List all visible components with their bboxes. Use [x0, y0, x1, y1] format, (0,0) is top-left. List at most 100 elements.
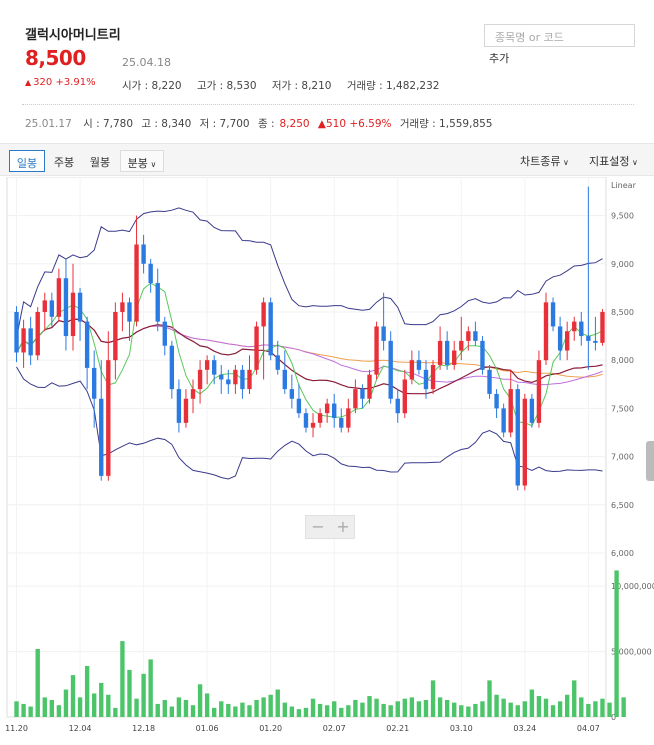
volume-bar — [141, 673, 146, 717]
volume-bar — [120, 641, 125, 717]
candle-body — [452, 350, 457, 365]
candle-body — [141, 244, 146, 264]
candle-body — [28, 328, 33, 356]
volume-bar — [303, 707, 309, 717]
hover-high: 고 : 8,340 — [141, 118, 192, 130]
price-tick-label: 9,500 — [611, 212, 634, 221]
candle-body — [543, 302, 549, 361]
volume-bar — [466, 706, 471, 717]
volume-bar — [367, 696, 372, 717]
volume-bar — [226, 703, 231, 717]
price-date: 25.04.18 — [122, 56, 171, 69]
candle-body — [268, 302, 273, 356]
up-arrow-icon: ▲ — [25, 78, 32, 87]
add-stock-button[interactable]: 추가 — [489, 50, 509, 66]
trade-volume: 거래량 : 1,482,232 — [346, 80, 440, 92]
volume-bar — [536, 696, 542, 717]
volume-bar — [84, 665, 90, 717]
indicator-settings-dropdown[interactable]: 지표설정 ∨ — [589, 153, 638, 169]
side-panel-handle[interactable] — [646, 441, 654, 481]
candle-body — [254, 326, 259, 370]
volume-bar — [324, 705, 330, 717]
candle-body — [353, 389, 358, 409]
candle-body — [416, 360, 422, 370]
candle-body — [515, 389, 520, 486]
candle-body — [423, 369, 429, 390]
volume-bar — [487, 680, 492, 717]
candle-body — [56, 278, 62, 317]
candle-body — [240, 369, 245, 390]
volume-bar — [529, 689, 535, 717]
zoom-control: − + — [305, 515, 355, 539]
volume-bar — [56, 705, 62, 717]
tab-daily[interactable]: 일봉 — [9, 150, 45, 172]
bollinger-lower-line — [16, 366, 603, 480]
volume-bar — [452, 702, 457, 717]
volume-bar — [190, 705, 196, 717]
hover-change: ▲510 +6.59% — [317, 118, 392, 130]
minute-label: 분봉 — [127, 157, 148, 170]
candle-body — [169, 345, 175, 390]
volume-bar — [282, 702, 287, 717]
volume-bar — [176, 697, 182, 717]
candle-body — [579, 321, 584, 337]
candle-body — [395, 398, 400, 414]
volume-bar — [444, 699, 450, 717]
current-price: 8,500 — [25, 46, 86, 70]
volume-bar — [501, 698, 506, 717]
candle-body — [296, 398, 302, 414]
volume-bar — [353, 699, 358, 717]
zoom-in-button[interactable]: + — [331, 517, 355, 536]
candle-body — [106, 360, 111, 476]
candle-body — [190, 389, 196, 399]
zoom-out-button[interactable]: − — [306, 517, 330, 536]
candle-body — [113, 311, 118, 361]
volume-bar — [557, 701, 563, 717]
volume-bar — [430, 680, 436, 717]
volume-bar — [183, 699, 189, 717]
candle-body — [183, 398, 189, 423]
candle-body — [310, 422, 316, 428]
candle-body — [226, 379, 231, 385]
price-chart[interactable]: 9,500 9,000 8,500 8,000 7,500 7,000 6,500 6,000… — [0, 177, 654, 745]
volume-bar — [14, 701, 19, 717]
candle-body — [473, 331, 478, 341]
tab-monthly[interactable]: 월봉 — [83, 150, 117, 172]
candle-body — [409, 360, 415, 380]
price-tick-label: 6,500 — [611, 501, 634, 510]
volume-bar — [197, 684, 203, 717]
candle-body — [233, 369, 238, 385]
price-tick-label: 8,500 — [611, 308, 634, 317]
chart-type-dropdown[interactable]: 차트종류 ∨ — [520, 153, 569, 169]
candle-body — [600, 311, 605, 343]
volume-bar — [70, 675, 76, 717]
volume-bar — [35, 648, 40, 717]
candle-body — [162, 321, 167, 346]
candle-body — [127, 302, 132, 322]
minute-dropdown[interactable]: 분봉 ∨ — [120, 150, 164, 172]
volume-bar — [332, 701, 337, 717]
volume-bar — [99, 682, 104, 717]
stock-search-input[interactable]: 종목명 or 코드 — [484, 24, 635, 47]
price-stats: 시가 : 8,220 고가 : 8,530 저가 : 8,210 거래량 : 1… — [122, 78, 451, 93]
price-tick-label: 7,500 — [611, 404, 634, 413]
candle-body — [430, 365, 436, 390]
candle-body — [212, 360, 217, 375]
chart-type-label: 차트종류 — [520, 155, 561, 168]
candle-body — [388, 340, 393, 399]
candle-body — [381, 326, 386, 341]
volume-bar — [586, 703, 591, 717]
volume-bar — [607, 702, 612, 717]
volume-bar — [317, 703, 323, 717]
chart-area[interactable]: 9,500 9,000 8,500 8,000 7,500 7,000 6,500 6,000… — [0, 177, 654, 745]
volume-bar — [212, 707, 217, 717]
candle-body — [522, 398, 528, 486]
volume-bar — [388, 705, 393, 717]
candle-body — [317, 413, 323, 423]
volume-bar — [42, 697, 47, 717]
volume-bar — [600, 698, 605, 717]
volume-bar — [268, 694, 273, 717]
divider — [22, 104, 634, 105]
volume-bar — [409, 697, 415, 717]
tab-weekly[interactable]: 주봉 — [47, 150, 81, 172]
